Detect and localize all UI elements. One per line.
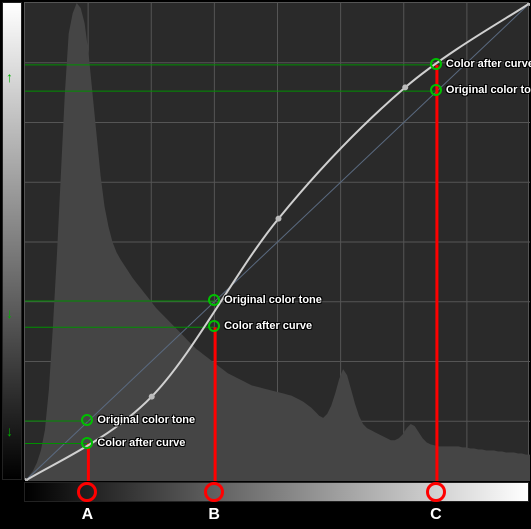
input-gradient-bar	[24, 482, 529, 502]
input-label-b: B	[208, 506, 220, 524]
input-label-a: A	[82, 506, 94, 524]
input-label-c: C	[430, 506, 442, 524]
output-gradient-bar	[2, 2, 22, 480]
curve-plot-area[interactable]	[24, 2, 529, 480]
